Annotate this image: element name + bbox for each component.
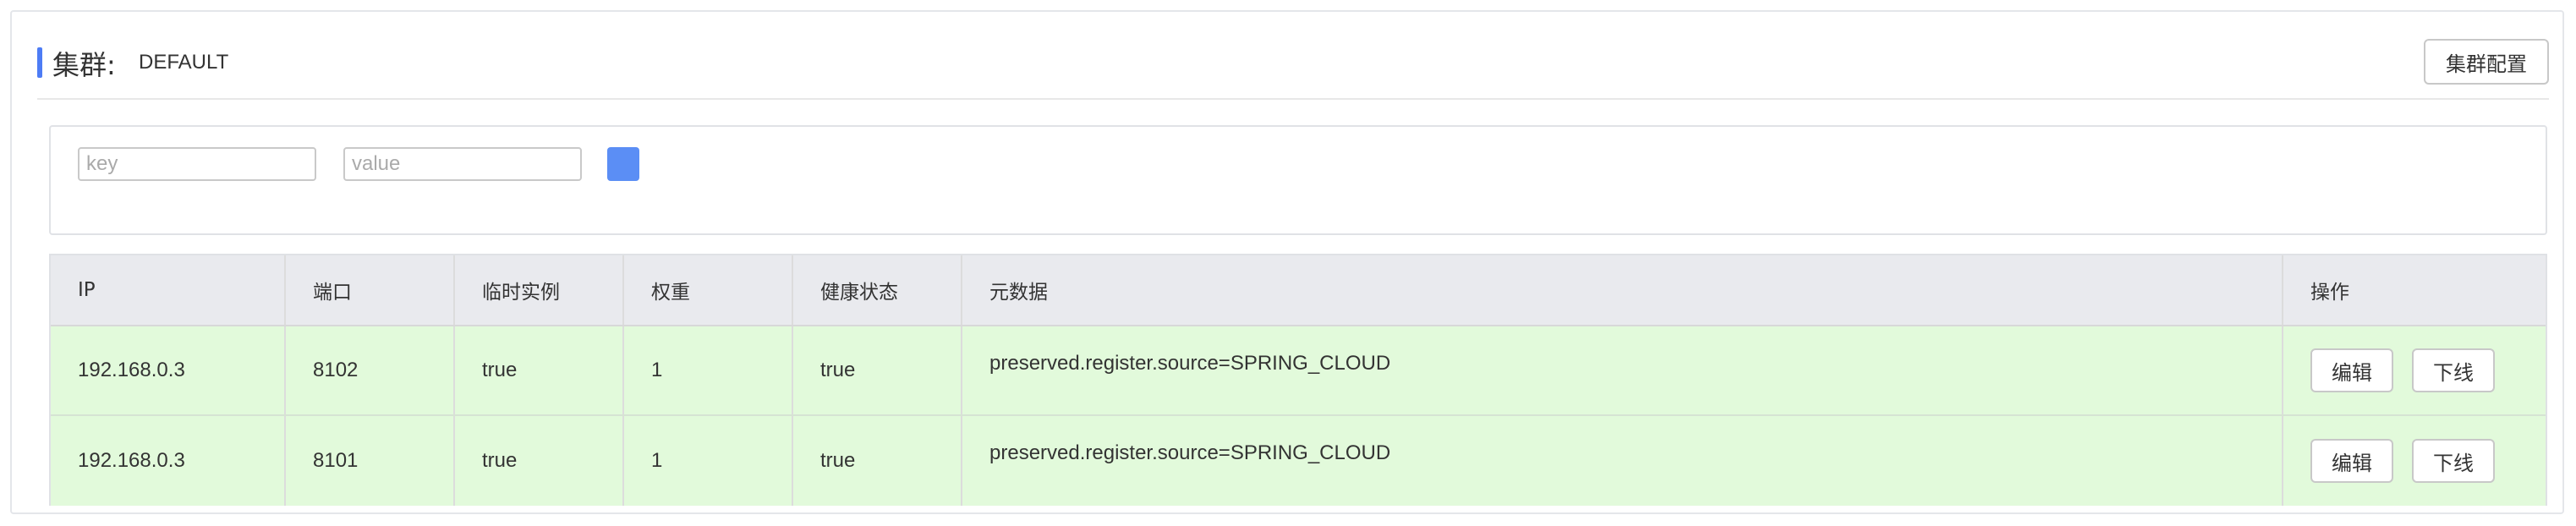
- instance-table: IP 端口 临时实例 权重 健康状态 元数据 操作 192.168.0.3 81…: [49, 254, 2547, 506]
- cell-weight: 1: [624, 326, 793, 414]
- column-header-port: 端口: [286, 255, 455, 325]
- cluster-config-button[interactable]: 集群配置: [2424, 39, 2549, 85]
- edit-button[interactable]: 编辑: [2310, 348, 2393, 392]
- table-header-row: IP 端口 临时实例 权重 健康状态 元数据 操作: [51, 255, 2546, 326]
- column-header-health: 健康状态: [793, 255, 962, 325]
- cell-ip: 192.168.0.3: [51, 326, 286, 414]
- column-header-ip: IP: [51, 255, 286, 325]
- offline-button[interactable]: 下线: [2412, 439, 2495, 483]
- cell-ephemeral: true: [455, 416, 624, 506]
- table-row: 192.168.0.3 8101 true 1 true preserved.r…: [51, 416, 2546, 506]
- column-header-metadata: 元数据: [962, 255, 2283, 325]
- cell-metadata: preserved.register.source=SPRING_CLOUD: [962, 416, 2283, 506]
- cell-metadata: preserved.register.source=SPRING_CLOUD: [962, 326, 2283, 414]
- cell-port: 8101: [286, 416, 455, 506]
- cell-actions: 编辑 下线: [2283, 416, 2546, 506]
- title-accent-bar: [37, 47, 42, 78]
- filter-value-input[interactable]: [343, 147, 582, 181]
- filter-key-input[interactable]: [78, 147, 316, 181]
- cell-weight: 1: [624, 416, 793, 506]
- cell-actions: 编辑 下线: [2283, 326, 2546, 414]
- column-header-weight: 权重: [624, 255, 793, 325]
- filter-add-button[interactable]: [607, 147, 639, 181]
- cluster-panel: 集群: DEFAULT 集群配置 IP 端口 临时实例 权重 健康状态 元数据 …: [10, 10, 2564, 514]
- cluster-name: DEFAULT: [139, 51, 229, 74]
- cluster-header: 集群: DEFAULT 集群配置: [37, 37, 2549, 100]
- column-header-ephemeral: 临时实例: [455, 255, 624, 325]
- cluster-title-label: 集群:: [52, 49, 116, 81]
- table-row: 192.168.0.3 8102 true 1 true preserved.r…: [51, 326, 2546, 416]
- cell-port: 8102: [286, 326, 455, 414]
- offline-button[interactable]: 下线: [2412, 348, 2495, 392]
- cell-ip: 192.168.0.3: [51, 416, 286, 506]
- metadata-filter: [49, 125, 2547, 235]
- column-header-actions: 操作: [2310, 282, 2349, 304]
- edit-button[interactable]: 编辑: [2310, 439, 2393, 483]
- cell-ephemeral: true: [455, 326, 624, 414]
- cell-healthy: true: [793, 416, 962, 506]
- cell-healthy: true: [793, 326, 962, 414]
